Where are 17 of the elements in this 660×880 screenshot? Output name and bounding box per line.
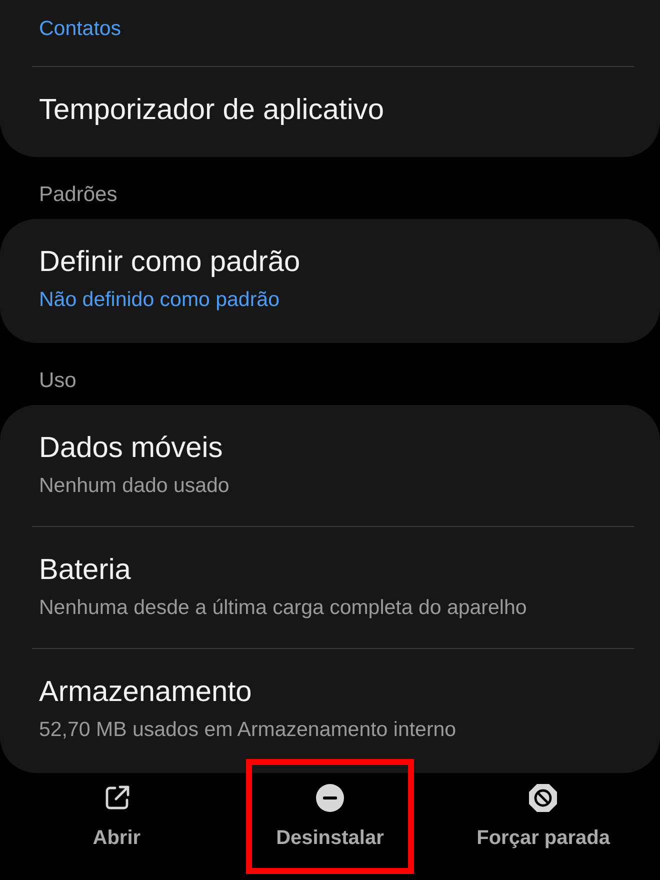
setting-summary: 52,70 MB usados em Armazenamento interno: [39, 717, 458, 743]
setting-title[interactable]: Bateria: [39, 553, 621, 587]
section-header: Uso: [38, 368, 78, 394]
setting-summary: Não definido como padrão: [39, 287, 280, 313]
setting-title[interactable]: Definir como padrão: [39, 245, 621, 279]
section-header: Padrões: [38, 182, 118, 208]
setting-title[interactable]: Dados móveis: [39, 431, 621, 465]
block-icon: [528, 783, 558, 813]
minus-circle-icon: [314, 783, 345, 813]
action-button[interactable]: Desinstalar: [246, 759, 414, 874]
setting-summary: Nenhum dado usado: [39, 473, 230, 499]
setting-summary: Contatos: [39, 16, 122, 42]
action-button[interactable]: Abrir: [62, 759, 171, 874]
setting-title[interactable]: Temporizador de aplicativo: [39, 93, 621, 127]
setting-title[interactable]: Armazenamento: [39, 675, 621, 709]
setting-summary: Nenhuma desde a última carga completa do aparelho: [39, 595, 528, 621]
action-button[interactable]: Forçar parada: [446, 759, 640, 874]
